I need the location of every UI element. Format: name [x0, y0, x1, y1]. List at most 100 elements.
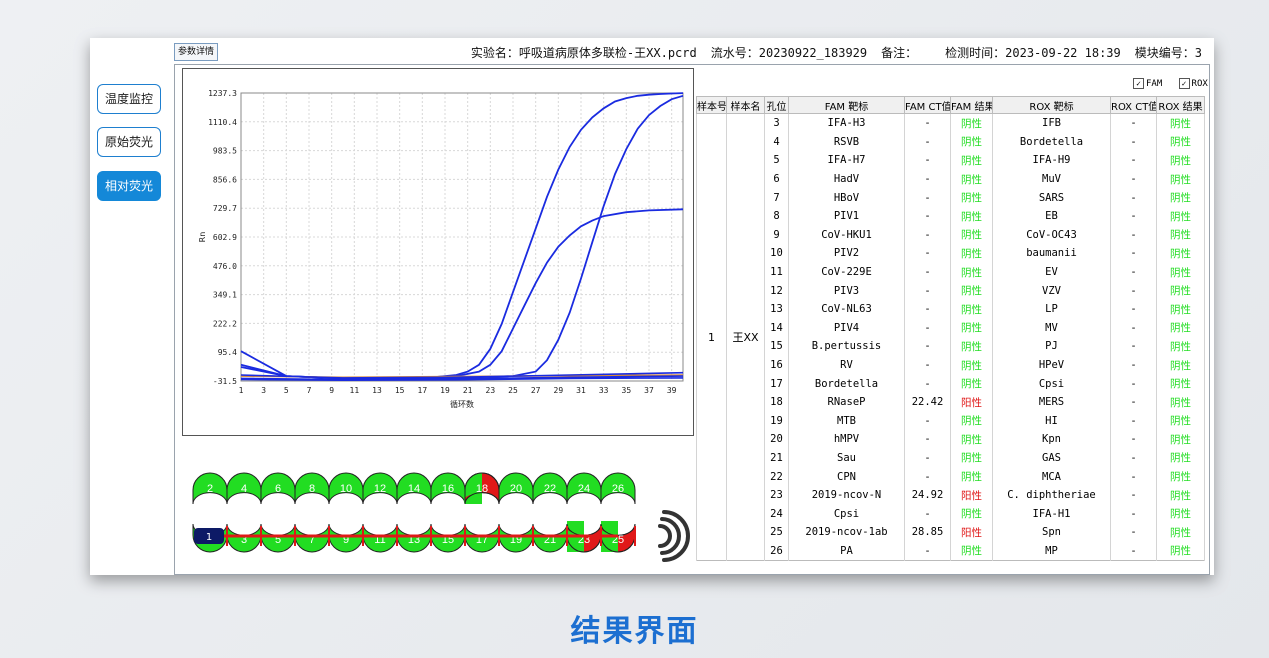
- fam-ct-cell: -: [904, 337, 951, 356]
- table-row[interactable]: 26 PA - 阴性 MP - 阴性: [697, 541, 1205, 561]
- rox-ct-cell: -: [1110, 485, 1157, 505]
- results-table: 样本号 样本名 孔位 FAM 靶标 FAM CT值 FAM 结果 ROX 靶标 ROX CT值…: [696, 96, 1205, 561]
- well-cell: 20: [764, 430, 789, 449]
- table-row[interactable]: 10 PIV2- 阴性 baumanii - 阴性: [697, 244, 1205, 263]
- well-15[interactable]: 15: [430, 523, 466, 553]
- fam-target-cell: Bordetella: [788, 374, 905, 393]
- fam-target-cell: CoV-NL63: [788, 299, 905, 319]
- x-tick-label: 13: [372, 386, 382, 395]
- well-26[interactable]: 26: [600, 472, 636, 505]
- x-axis-label: 循环数: [450, 399, 474, 409]
- rox-target-cell: EB: [992, 206, 1111, 226]
- table-row[interactable]: 14 PIV4- 阴性 MV - 阴性: [697, 318, 1205, 338]
- rox-ct-cell: -: [1110, 299, 1157, 319]
- table-row[interactable]: 22 CPN - 阴性 MCA - 阴性: [697, 467, 1205, 486]
- signal-arc: [658, 524, 672, 548]
- well-4[interactable]: 4: [226, 472, 262, 505]
- fam-target-cell: 2019-ncov-N: [788, 485, 905, 505]
- well-number: 24: [578, 483, 590, 495]
- table-row[interactable]: 18 RNaseP 22.42 阳性 MERS - 阴性: [697, 392, 1205, 412]
- well-17[interactable]: 17: [464, 523, 500, 553]
- y-tick-label: 476.0: [213, 262, 237, 271]
- table-row[interactable]: 1 王XX 3 IFA-H3- 阴性 IFB - 阴性: [696, 113, 1205, 561]
- x-tick-label: 29: [554, 386, 564, 395]
- relative-fluorescence-button[interactable]: 相对荧光: [97, 171, 161, 201]
- well-11[interactable]: 11: [362, 523, 398, 553]
- well-20[interactable]: 20: [498, 472, 534, 505]
- rox-target-cell: LP: [992, 299, 1111, 319]
- y-tick-label: 95.4: [218, 348, 237, 357]
- well-22[interactable]: 22: [532, 472, 568, 505]
- rox-result-cell: 阴性: [1156, 299, 1205, 319]
- well-6[interactable]: 6: [260, 472, 296, 505]
- well-9[interactable]: 9: [328, 523, 364, 553]
- well-5[interactable]: 5: [260, 523, 296, 553]
- rox-target-cell: SARS: [992, 188, 1111, 207]
- table-row[interactable]: 4 RSVB - 阴性 Bordetella - 阴性: [697, 132, 1205, 152]
- rox-ct-cell: -: [1110, 411, 1157, 431]
- table-row[interactable]: 7 HBoV - 阴性 SARS - 阴性: [697, 188, 1205, 207]
- fam-result-cell: 阴性: [950, 262, 993, 282]
- y-tick-label: 1237.3: [208, 89, 237, 98]
- well-16[interactable]: 16: [430, 472, 466, 505]
- table-row[interactable]: 12 PIV3- 阴性 VZV - 阴性: [697, 281, 1205, 300]
- well-2[interactable]: 2: [192, 472, 228, 505]
- well-cell: 26: [764, 541, 789, 561]
- well-18[interactable]: 18: [463, 472, 500, 505]
- well-cell: 8: [764, 206, 789, 226]
- rox-ct-cell: -: [1110, 281, 1157, 300]
- rox-ct-cell: -: [1110, 467, 1157, 486]
- table-row[interactable]: 19 MTB - 阴性 HI - 阴性: [697, 411, 1205, 431]
- fam-ct-cell: -: [904, 225, 951, 245]
- well-24[interactable]: 24: [566, 472, 602, 505]
- well-cell: 15: [764, 337, 789, 356]
- well-cell: 14: [764, 318, 789, 338]
- fam-result-cell: 阴性: [950, 430, 993, 449]
- table-row[interactable]: 13 CoV-NL63- 阴性 LP - 阴性: [697, 299, 1205, 319]
- rox-ct-cell: -: [1110, 188, 1157, 207]
- raw-fluorescence-button[interactable]: 原始荧光: [97, 127, 161, 157]
- table-row[interactable]: 24 Cpsi - 阴性 IFA-H1- 阴性: [697, 504, 1205, 524]
- well-21[interactable]: 21: [532, 523, 568, 553]
- table-row[interactable]: 16 RV - 阴性 HPeV - 阴性: [697, 355, 1205, 375]
- table-row[interactable]: 8 PIV1- 阴性 EB - 阴性: [697, 206, 1205, 226]
- rox-result-cell: 阴性: [1156, 318, 1205, 338]
- table-row[interactable]: 25 2019-ncov-1ab 28.85 阳性 Spn - 阴性: [697, 523, 1205, 542]
- column-header: ROX CT值: [1110, 96, 1157, 114]
- well-19[interactable]: 19: [498, 523, 534, 553]
- well-14[interactable]: 14: [396, 472, 432, 505]
- fam-ct-cell: -: [904, 206, 951, 226]
- fam-result-cell: 阴性: [950, 467, 993, 486]
- rox-target-cell: VZV: [992, 281, 1111, 300]
- rox-target-cell: EV: [992, 262, 1111, 282]
- table-row[interactable]: 23 2019-ncov-N 24.92 阳性 C. diphtheriae - 阴性: [697, 485, 1205, 505]
- fam-checkbox[interactable]: ✓: [1133, 78, 1144, 89]
- param-details-button[interactable]: 参数详情: [174, 43, 219, 61]
- well-7[interactable]: 7: [294, 523, 330, 553]
- well-number: 22: [544, 483, 556, 495]
- rox-target-cell: GAS: [992, 448, 1111, 468]
- table-row[interactable]: 5 IFA-H7- 阴性 IFA-H9- 阴性: [697, 151, 1205, 170]
- table-row[interactable]: 9 CoV-HKU1- 阴性 CoV-OC43- 阴性: [697, 225, 1205, 245]
- table-row[interactable]: 11 CoV-229E - 阴性 EV - 阴性: [697, 262, 1205, 282]
- table-row[interactable]: 20 hMPV - 阴性 Kpn - 阴性: [697, 430, 1205, 449]
- well-12[interactable]: 12: [362, 472, 398, 505]
- rox-checkbox[interactable]: ✓: [1178, 78, 1190, 89]
- temperature-monitor-button[interactable]: 温度监控: [97, 84, 161, 114]
- rox-result-cell: 阴性: [1156, 244, 1205, 263]
- well-10[interactable]: 10: [328, 472, 364, 505]
- fam-ct-cell: -: [904, 188, 951, 207]
- well-8[interactable]: 8: [294, 472, 330, 505]
- table-row[interactable]: 17 Bordetella - 阴性 Cpsi - 阴性: [697, 374, 1205, 393]
- rox-ct-cell: -: [1110, 244, 1157, 263]
- table-row[interactable]: 21 Sau - 阴性 GAS - 阴性: [697, 448, 1205, 468]
- fam-result-cell: 阴性: [950, 113, 993, 133]
- well-3[interactable]: 3: [226, 523, 262, 553]
- table-row[interactable]: 6 HadV - 阴性 MuV - 阴性: [697, 169, 1205, 189]
- well-13[interactable]: 13: [396, 523, 432, 553]
- fam-target-cell: HBoV: [788, 188, 905, 207]
- table-row[interactable]: 15 B.pertussis - 阴性 PJ - 阴性: [697, 337, 1205, 356]
- fam-result-cell: 阴性: [950, 318, 993, 338]
- well-number: 20: [510, 483, 522, 495]
- rox-target-cell: MCA: [992, 467, 1111, 486]
